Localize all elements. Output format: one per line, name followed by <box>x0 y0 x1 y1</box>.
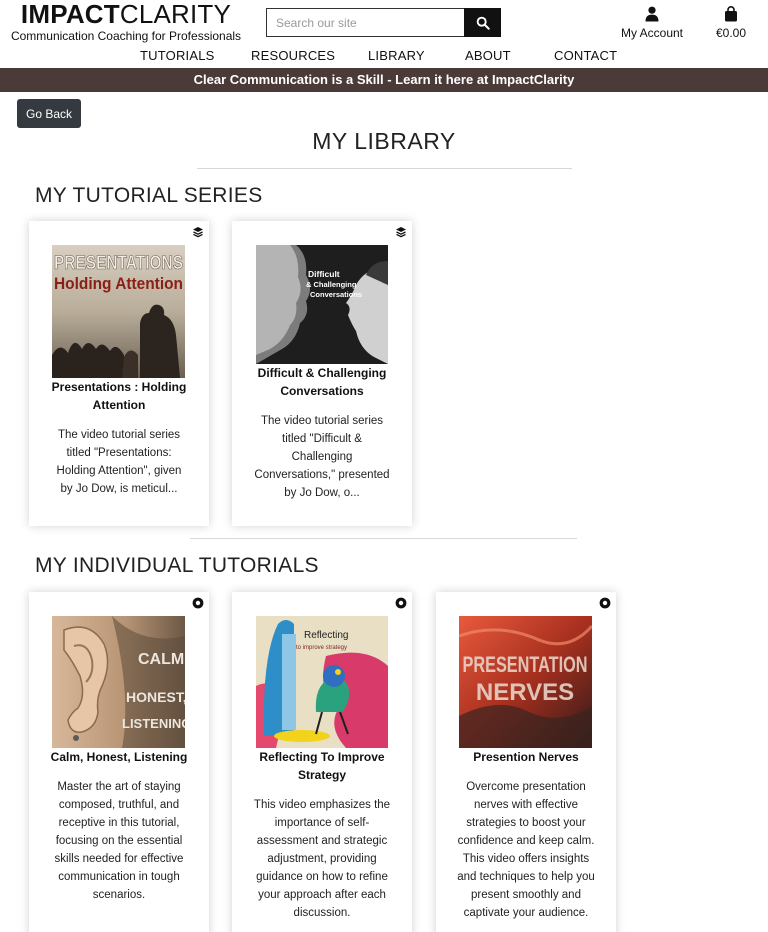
thumbnail-text-1: CALM <box>138 651 184 668</box>
page-title: MY LIBRARY <box>312 128 456 154</box>
thumbnail-text-2: to improve strategy <box>296 645 347 651</box>
series-card-presentations[interactable]: PRESENTATIONS Holding Attention Presenta… <box>29 221 209 526</box>
card-title[interactable]: Calm, Honest, Listening <box>43 748 195 766</box>
card-description: Master the art of staying composed, trut… <box>54 781 184 901</box>
thumbnail-text-1: PRESENTATIONS <box>54 253 183 274</box>
my-account-label: My Account <box>620 26 684 40</box>
brand-tagline: Communication Coaching for Professionals <box>10 29 242 43</box>
card-title[interactable]: Presentations : Holding Attention <box>43 378 195 414</box>
user-icon <box>645 6 659 22</box>
individual-section-title: MY INDIVIDUAL TUTORIALS <box>35 554 319 577</box>
individual-card-reflecting[interactable]: Reflecting to improve strategy Reflectin… <box>232 592 412 932</box>
nav-resources[interactable]: RESOURCES <box>251 48 335 63</box>
shopping-bag-icon <box>725 6 737 22</box>
thumbnail-text-1: Reflecting <box>304 630 348 641</box>
site-header: IMPACTCLARITY Communication Coaching for… <box>0 0 768 68</box>
record-icon <box>599 597 611 609</box>
thumbnail-text-2: HONEST, <box>126 689 185 705</box>
my-account-link[interactable]: My Account <box>614 6 690 40</box>
search-icon <box>476 16 490 30</box>
thumbnail-image: PRESENTATIONS Holding Attention <box>52 245 185 378</box>
thumbnail-text-2: Holding Attention <box>54 274 183 293</box>
brand-name: IMPACTCLARITY <box>8 0 244 28</box>
thumbnail-image: Reflecting to improve strategy <box>256 616 388 748</box>
layers-icon <box>193 227 203 238</box>
card-description: This video emphasizes the importance of … <box>253 799 391 919</box>
nav-about[interactable]: ABOUT <box>465 48 511 63</box>
search-button[interactable] <box>464 8 501 37</box>
series-section-title: MY TUTORIAL SERIES <box>35 184 263 207</box>
thumbnail-text-1: Difficult <box>308 269 340 279</box>
card-title[interactable]: Presention Nerves <box>450 748 602 766</box>
search-input[interactable] <box>266 8 464 37</box>
cart-total: €0.00 <box>715 26 747 40</box>
thumbnail-text-3: Conversations <box>310 290 362 299</box>
layers-icon <box>396 227 406 238</box>
card-thumbnail[interactable]: Difficult & Challenging Conversations <box>256 245 388 364</box>
nav-library[interactable]: LIBRARY <box>368 48 425 63</box>
promo-banner: Clear Communication is a Skill - Learn i… <box>0 68 768 92</box>
card-title[interactable]: Difficult & Challenging Conversations <box>246 364 398 400</box>
thumbnail-text-1: PRESENTATION <box>463 652 588 677</box>
main-nav: TUTORIALS RESOURCES LIBRARY ABOUT CONTAC… <box>0 48 768 66</box>
card-thumbnail[interactable]: PRESENTATION NERVES <box>459 616 592 748</box>
thumbnail-text-3: LISTENING <box>122 716 185 731</box>
thumbnail-image: PRESENTATION NERVES <box>459 616 592 748</box>
nav-contact[interactable]: CONTACT <box>554 48 617 63</box>
brand-name-bold: IMPACT <box>20 0 120 29</box>
thumbnail-text-2: & Challenging <box>306 280 357 289</box>
card-thumbnail[interactable]: CALM HONEST, LISTENING <box>52 616 185 748</box>
thumbnail-image: CALM HONEST, LISTENING <box>52 616 185 748</box>
series-card-difficult-conversations[interactable]: Difficult & Challenging Conversations Di… <box>232 221 412 526</box>
card-title[interactable]: Reflecting To Improve Strategy <box>246 748 398 784</box>
divider <box>190 538 577 539</box>
individual-card-presentation-nerves[interactable]: PRESENTATION NERVES Presention Nerves Ov… <box>436 592 616 932</box>
go-back-button[interactable]: Go Back <box>17 99 81 128</box>
card-description: Overcome presentation nerves with effect… <box>457 781 595 919</box>
search-form <box>266 8 501 37</box>
card-description: The video tutorial series titled "Presen… <box>56 429 182 495</box>
cart-link[interactable]: €0.00 <box>704 6 758 40</box>
card-description: The video tutorial series titled "Diffic… <box>254 415 390 499</box>
record-icon <box>192 597 204 609</box>
divider <box>197 168 572 169</box>
individual-card-calm-honest-listening[interactable]: CALM HONEST, LISTENING Calm, Honest, Lis… <box>29 592 209 932</box>
brand-logo[interactable]: IMPACTCLARITY Communication Coaching for… <box>8 0 244 43</box>
thumbnail-image: Difficult & Challenging Conversations <box>256 245 388 364</box>
brand-name-light: CLARITY <box>119 0 232 29</box>
thumbnail-text-2: NERVES <box>476 679 574 706</box>
nav-tutorials[interactable]: TUTORIALS <box>140 48 215 63</box>
card-thumbnail[interactable]: PRESENTATIONS Holding Attention <box>52 245 185 378</box>
card-thumbnail[interactable]: Reflecting to improve strategy <box>256 616 388 748</box>
record-icon <box>395 597 407 609</box>
